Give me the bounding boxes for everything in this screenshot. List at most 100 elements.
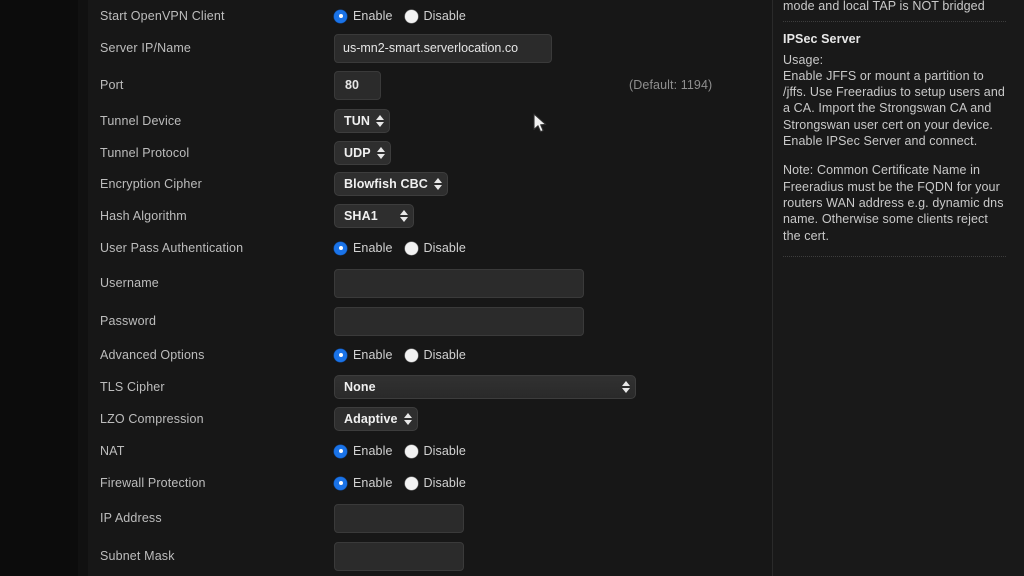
subnet-mask-input[interactable]	[334, 541, 464, 571]
label-ip-address: IP Address	[100, 511, 162, 525]
form-row-ip-address: IP Address	[88, 500, 772, 536]
tls-cipher-value: None	[344, 380, 376, 394]
chevron-updown-icon	[622, 381, 630, 393]
radio-option-firewall-protection-enable[interactable]: Enable	[334, 476, 393, 490]
radio-label-disable: Disable	[423, 9, 466, 23]
form-row-advanced-options: Advanced Options Enable Disable	[88, 342, 772, 368]
radio-option-start-openvpn-client-enable[interactable]: Enable	[334, 9, 393, 23]
port-input[interactable]	[334, 70, 381, 100]
form-row-server-ip-name: Server IP/Name	[88, 30, 772, 66]
radio-option-firewall-protection-disable[interactable]: Disable	[404, 476, 466, 490]
help-usage-body: Enable JFFS or mount a partition to /jff…	[783, 68, 1005, 149]
radio-option-nat-enable[interactable]: Enable	[334, 444, 393, 458]
radio-label-disable: Disable	[423, 348, 466, 362]
form-row-hash-algorithm: Hash Algorithm SHA1	[88, 203, 772, 229]
radio-selected-icon[interactable]	[334, 9, 347, 23]
help-spacer	[783, 149, 1006, 162]
label-start-openvpn-client: Start OpenVPN Client	[100, 9, 225, 23]
label-password: Password	[100, 314, 157, 328]
radio-group-nat[interactable]: Enable Disable	[334, 444, 478, 458]
label-nat: NAT	[100, 444, 125, 458]
label-hash-algorithm: Hash Algorithm	[100, 209, 187, 223]
chevron-updown-icon	[403, 413, 412, 425]
radio-selected-icon[interactable]	[334, 444, 347, 458]
radio-option-advanced-options-enable[interactable]: Enable	[334, 348, 393, 362]
form-row-subnet-mask: Subnet Mask	[88, 538, 772, 574]
form-row-tunnel-protocol: Tunnel Protocol UDP	[88, 140, 772, 166]
username-input[interactable]	[334, 268, 584, 298]
hash-algorithm-value: SHA1	[344, 209, 378, 223]
tunnel-protocol-value: UDP	[344, 146, 371, 160]
encryption-cipher-select[interactable]: Blowfish CBC	[334, 172, 448, 196]
radio-unselected-icon[interactable]	[404, 241, 418, 255]
openvpn-client-form: Start OpenVPN Client Enable Disable Serv…	[88, 0, 772, 576]
tls-cipher-select[interactable]: None	[334, 375, 636, 399]
form-row-lzo-compression: LZO Compression Adaptive	[88, 406, 772, 432]
form-row-encryption-cipher: Encryption Cipher Blowfish CBC	[88, 171, 772, 197]
help-divider-top	[783, 21, 1006, 23]
radio-group-user-pass-authentication[interactable]: Enable Disable	[334, 241, 478, 255]
radio-option-user-pass-authentication-disable[interactable]: Disable	[404, 241, 466, 255]
radio-group-firewall-protection[interactable]: Enable Disable	[334, 476, 478, 490]
radio-option-nat-disable[interactable]: Disable	[404, 444, 466, 458]
hash-algorithm-select[interactable]: SHA1	[334, 204, 414, 228]
label-port: Port	[100, 78, 124, 92]
password-input[interactable]	[334, 306, 584, 336]
server-ip-name-input[interactable]	[334, 33, 552, 63]
radio-group-advanced-options[interactable]: Enable Disable	[334, 348, 478, 362]
help-sidebar: mode and local TAP is NOT bridged IPSec …	[773, 0, 1024, 576]
radio-selected-icon[interactable]	[334, 348, 347, 362]
radio-group-start-openvpn-client[interactable]: Enable Disable	[334, 9, 478, 23]
form-row-start-openvpn-client: Start OpenVPN Client Enable Disable	[88, 0, 772, 32]
radio-option-start-openvpn-client-disable[interactable]: Disable	[404, 9, 466, 23]
radio-unselected-icon[interactable]	[404, 9, 418, 23]
label-tunnel-device: Tunnel Device	[100, 114, 182, 128]
radio-selected-icon[interactable]	[334, 476, 347, 490]
tunnel-protocol-select[interactable]: UDP	[334, 141, 391, 165]
router-vpn-settings-page: Start OpenVPN Client Enable Disable Serv…	[0, 0, 1024, 576]
radio-label-enable: Enable	[353, 476, 393, 490]
form-row-firewall-protection: Firewall Protection Enable Disable	[88, 470, 772, 496]
label-lzo-compression: LZO Compression	[100, 412, 204, 426]
form-row-tls-cipher: TLS Cipher None	[88, 374, 772, 400]
radio-label-disable: Disable	[423, 241, 466, 255]
tunnel-device-select[interactable]: TUN	[334, 109, 390, 133]
left-gutter	[0, 0, 78, 576]
radio-label-enable: Enable	[353, 9, 393, 23]
lzo-compression-select[interactable]: Adaptive	[334, 407, 418, 431]
label-advanced-options: Advanced Options	[100, 348, 205, 362]
chevron-updown-icon	[376, 147, 385, 159]
label-tunnel-protocol: Tunnel Protocol	[100, 146, 190, 160]
help-usage-label: Usage:	[783, 52, 824, 67]
radio-label-enable: Enable	[353, 241, 393, 255]
form-row-port: Port (Default: 1194)	[88, 67, 772, 103]
label-firewall-protection: Firewall Protection	[100, 476, 206, 490]
help-top-fragment: mode and local TAP is NOT bridged	[783, 0, 985, 13]
radio-unselected-icon[interactable]	[404, 444, 418, 458]
chevron-updown-icon	[376, 115, 384, 127]
chevron-updown-icon	[400, 210, 408, 222]
form-row-user-pass-authentication: User Pass Authentication Enable Disable	[88, 235, 772, 261]
radio-unselected-icon[interactable]	[404, 348, 418, 362]
lzo-compression-value: Adaptive	[344, 412, 398, 426]
label-subnet-mask: Subnet Mask	[100, 549, 175, 563]
help-section-title: IPSec Server	[783, 32, 861, 47]
encryption-cipher-value: Blowfish CBC	[344, 177, 428, 191]
radio-label-enable: Enable	[353, 348, 393, 362]
radio-option-user-pass-authentication-enable[interactable]: Enable	[334, 241, 393, 255]
help-note-body: Note: Common Certificate Name in Freerad…	[783, 163, 1004, 243]
radio-label-enable: Enable	[353, 444, 393, 458]
label-tls-cipher: TLS Cipher	[100, 380, 165, 394]
label-user-pass-authentication: User Pass Authentication	[100, 241, 244, 255]
ip-address-input[interactable]	[334, 503, 464, 533]
form-row-nat: NAT Enable Disable	[88, 438, 772, 464]
help-divider-bottom	[783, 255, 1006, 257]
form-row-username: Username	[88, 265, 772, 301]
radio-unselected-icon[interactable]	[404, 476, 418, 490]
radio-option-advanced-options-disable[interactable]: Disable	[404, 348, 466, 362]
left-gutter-edge	[78, 0, 88, 576]
label-encryption-cipher: Encryption Cipher	[100, 177, 202, 191]
radio-label-disable: Disable	[423, 476, 466, 490]
radio-selected-icon[interactable]	[334, 241, 347, 255]
label-server-ip-name: Server IP/Name	[100, 41, 192, 55]
